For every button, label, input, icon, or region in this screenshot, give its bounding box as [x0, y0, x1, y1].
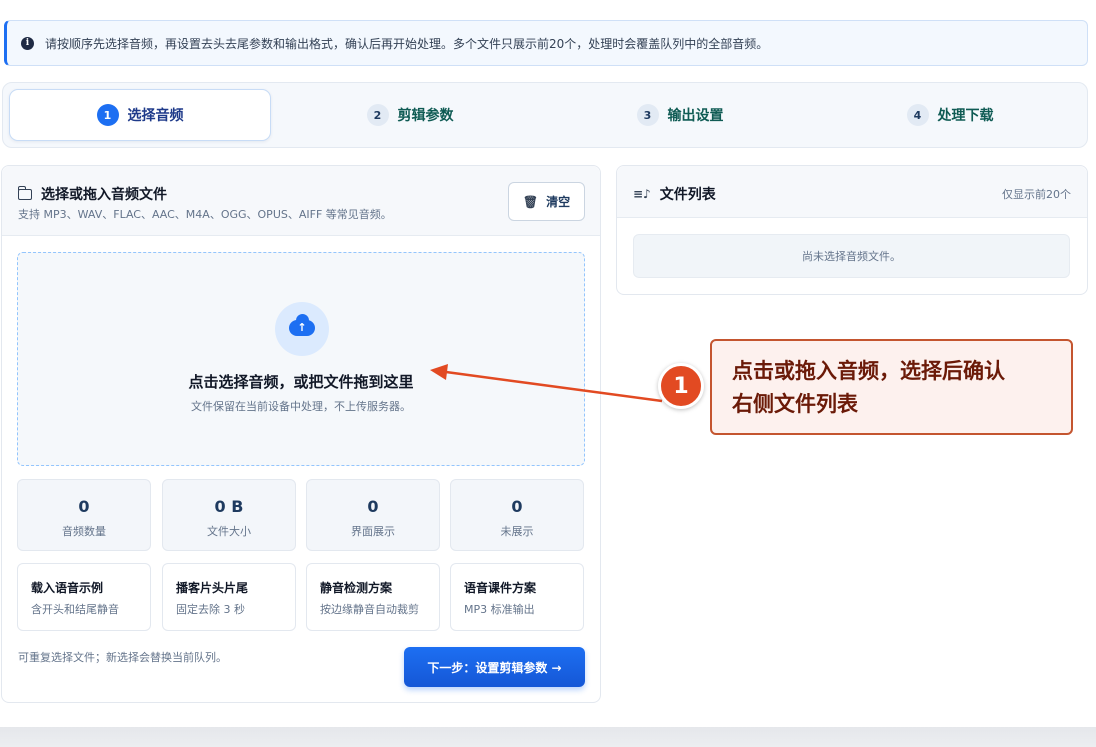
- dropzone-title: 点击选择音频，或把文件拖到这里: [188, 373, 414, 391]
- next-step-button[interactable]: 下一步：设置剪辑参数 →: [404, 647, 585, 687]
- step-process-download[interactable]: 4 处理下载: [819, 89, 1081, 141]
- stat-value: 0: [78, 497, 90, 516]
- dropzone-subtitle: 文件保留在当前设备中处理，不上传服务器。: [191, 400, 411, 413]
- step-label: 处理下载: [937, 108, 994, 124]
- callout-line-1: 点击或拖入音频，选择后确认: [732, 359, 1005, 383]
- stat-value: 0: [511, 497, 523, 516]
- page-bottom-edge: [0, 727, 1096, 747]
- stat-label: 界面展示: [351, 525, 395, 538]
- step-select-audio[interactable]: 1 选择音频: [9, 89, 271, 141]
- step-label: 输出设置: [667, 108, 724, 124]
- preset-title: 播客片头片尾: [176, 581, 249, 595]
- stat-value: 0: [367, 497, 379, 516]
- supported-formats: 支持 MP3、WAV、FLAC、AAC、M4A、OGG、OPUS、AIFF 等常…: [18, 208, 392, 221]
- footnote: 可重复选择文件；新选择会替换当前队列。: [18, 651, 227, 664]
- stat-label: 未展示: [500, 525, 534, 538]
- step-output-settings[interactable]: 3 输出设置: [549, 89, 811, 141]
- stat-label: 文件大小: [207, 525, 251, 538]
- step-number: 3: [636, 104, 659, 126]
- trash-icon: 🗑: [522, 194, 539, 209]
- file-list-empty: 尚未选择音频文件。: [633, 234, 1070, 278]
- upload-card: 选择或拖入音频文件 支持 MP3、WAV、FLAC、AAC、M4A、OGG、OP…: [1, 165, 601, 703]
- stat-displayed: 0 界面展示: [306, 479, 440, 551]
- info-notice: i 请按顺序先选择音频，再设置去头去尾参数和输出格式，确认后再开始处理。多个文件…: [4, 20, 1088, 66]
- callout-line-2: 右侧文件列表: [732, 392, 858, 416]
- preset-voice-courseware[interactable]: 语音课件方案 MP3 标准输出: [450, 563, 584, 631]
- stat-hidden: 0 未展示: [450, 479, 584, 551]
- preset-title: 静音检测方案: [320, 581, 393, 595]
- folder-icon: [17, 185, 32, 200]
- step-number: 2: [366, 104, 389, 126]
- preset-load-voice-sample[interactable]: 载入语音示例 含开头和结尾静音: [17, 563, 151, 631]
- upload-card-header: 选择或拖入音频文件 支持 MP3、WAV、FLAC、AAC、M4A、OGG、OP…: [2, 166, 600, 236]
- step-edit-params[interactable]: 2 剪辑参数: [279, 89, 541, 141]
- preset-title: 语音课件方案: [464, 581, 537, 595]
- clear-label: 清空: [546, 195, 571, 209]
- upload-card-title: 选择或拖入音频文件: [17, 184, 167, 204]
- preset-desc: 含开头和结尾静音: [31, 603, 119, 616]
- file-list-hint: 仅显示前20个: [1002, 188, 1071, 201]
- annotation-callout: 点击或拖入音频，选择后确认 右侧文件列表: [710, 339, 1073, 435]
- preset-desc: 固定去除 3 秒: [176, 603, 245, 616]
- file-list-header: ≡♪ 文件列表 仅显示前20个: [617, 166, 1087, 218]
- annotation-badge: 1: [658, 363, 704, 409]
- step-label: 选择音频: [127, 108, 184, 124]
- file-list-title: ≡♪ 文件列表: [633, 184, 716, 204]
- preset-desc: MP3 标准输出: [464, 603, 535, 616]
- file-list-card: ≡♪ 文件列表 仅显示前20个 尚未选择音频文件。: [616, 165, 1088, 295]
- preset-desc: 按边缘静音自动裁剪: [320, 603, 419, 616]
- clear-button[interactable]: 🗑 清空: [508, 182, 585, 221]
- upload-title-text: 选择或拖入音频文件: [41, 187, 167, 203]
- stat-value: 0 B: [214, 497, 244, 516]
- preset-podcast-intro-outro[interactable]: 播客片头片尾 固定去除 3 秒: [162, 563, 296, 631]
- info-icon: i: [21, 36, 34, 50]
- file-list-title-text: 文件列表: [659, 187, 716, 203]
- step-label: 剪辑参数: [397, 108, 454, 124]
- preset-title: 载入语音示例: [31, 581, 104, 595]
- stat-label: 音频数量: [62, 525, 106, 538]
- stat-file-size: 0 B 文件大小: [162, 479, 296, 551]
- preset-silence-detection[interactable]: 静音检测方案 按边缘静音自动裁剪: [306, 563, 440, 631]
- dropzone[interactable]: ↑ 点击选择音频，或把文件拖到这里 文件保留在当前设备中处理，不上传服务器。: [17, 252, 585, 466]
- stepper: 1 选择音频 2 剪辑参数 3 输出设置 4 处理下载: [2, 82, 1088, 148]
- notice-text: 请按顺序先选择音频，再设置去头去尾参数和输出格式，确认后再开始处理。多个文件只展…: [45, 36, 769, 51]
- stat-audio-count: 0 音频数量: [17, 479, 151, 551]
- playlist-icon: ≡♪: [633, 187, 651, 201]
- step-number: 4: [906, 104, 929, 126]
- step-number: 1: [96, 104, 119, 126]
- upload-cloud-icon: ↑: [275, 302, 329, 356]
